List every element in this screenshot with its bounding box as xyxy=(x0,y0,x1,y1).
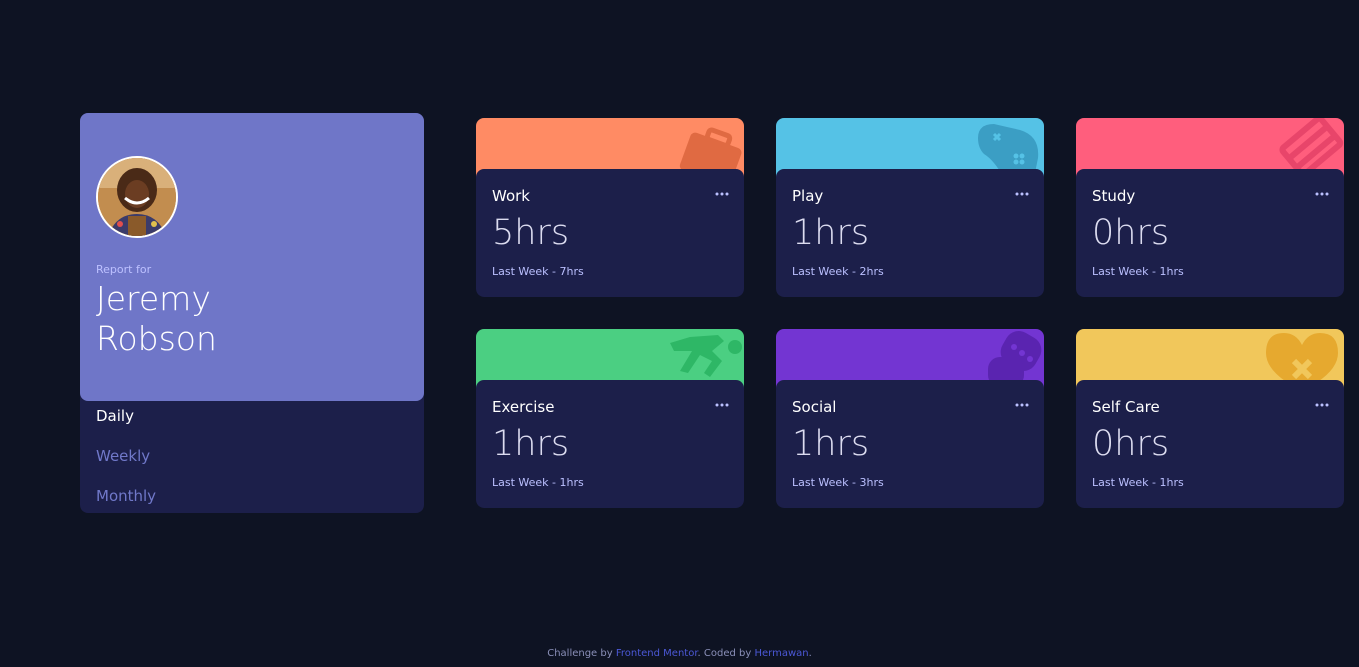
card-body: Work 5hrs Last Week - 7hrs xyxy=(476,169,744,297)
period-monthly[interactable]: Monthly xyxy=(96,487,156,505)
ellipsis-icon[interactable] xyxy=(714,398,730,412)
footer-prefix: Challenge by xyxy=(547,648,613,659)
ellipsis-icon[interactable] xyxy=(1014,398,1030,412)
footer-middle: . Coded by xyxy=(697,648,752,659)
profile-header: Report for Jeremy Robson xyxy=(80,113,424,401)
author-link[interactable]: Hermawan xyxy=(754,648,808,659)
current-hours: 0hrs xyxy=(1092,213,1170,253)
period-daily[interactable]: Daily xyxy=(96,407,134,425)
card-title: Self Care xyxy=(1092,398,1160,416)
card-study: Study 0hrs Last Week - 1hrs xyxy=(1076,118,1344,297)
card-title: Play xyxy=(792,187,824,205)
footer-suffix: . xyxy=(808,648,812,659)
card-title: Exercise xyxy=(492,398,555,416)
card-title: Social xyxy=(792,398,837,416)
card-title: Work xyxy=(492,187,530,205)
ellipsis-icon[interactable] xyxy=(1014,187,1030,201)
ellipsis-icon[interactable] xyxy=(1314,187,1330,201)
previous-hours: Last Week - 3hrs xyxy=(792,476,884,489)
current-hours: 5hrs xyxy=(492,213,570,253)
current-hours: 1hrs xyxy=(792,213,870,253)
profile-card: Report for Jeremy Robson Daily Weekly Mo… xyxy=(80,113,424,513)
card-body: Social 1hrs Last Week - 3hrs xyxy=(776,380,1044,508)
frontend-mentor-link[interactable]: Frontend Mentor xyxy=(616,648,698,659)
card-body: Play 1hrs Last Week - 2hrs xyxy=(776,169,1044,297)
attribution-footer: Challenge by Frontend Mentor. Coded by H… xyxy=(0,648,1359,659)
previous-hours: Last Week - 1hrs xyxy=(492,476,584,489)
card-title: Study xyxy=(1092,187,1136,205)
previous-hours: Last Week - 1hrs xyxy=(1092,265,1184,278)
previous-hours: Last Week - 2hrs xyxy=(792,265,884,278)
current-hours: 1hrs xyxy=(492,424,570,464)
card-social: Social 1hrs Last Week - 3hrs xyxy=(776,329,1044,508)
previous-hours: Last Week - 1hrs xyxy=(1092,476,1184,489)
card-play: Play 1hrs Last Week - 2hrs xyxy=(776,118,1044,297)
ellipsis-icon[interactable] xyxy=(1314,398,1330,412)
previous-hours: Last Week - 7hrs xyxy=(492,265,584,278)
current-hours: 1hrs xyxy=(792,424,870,464)
user-name: Jeremy Robson xyxy=(96,279,217,358)
card-body: Exercise 1hrs Last Week - 1hrs xyxy=(476,380,744,508)
report-for-label: Report for xyxy=(96,263,152,276)
dashboard: Report for Jeremy Robson Daily Weekly Mo… xyxy=(0,0,1359,667)
card-work: Work 5hrs Last Week - 7hrs xyxy=(476,118,744,297)
ellipsis-icon[interactable] xyxy=(714,187,730,201)
card-body: Study 0hrs Last Week - 1hrs xyxy=(1076,169,1344,297)
avatar xyxy=(96,156,178,238)
current-hours: 0hrs xyxy=(1092,424,1170,464)
period-weekly[interactable]: Weekly xyxy=(96,447,150,465)
card-body: Self Care 0hrs Last Week - 1hrs xyxy=(1076,380,1344,508)
card-exercise: Exercise 1hrs Last Week - 1hrs xyxy=(476,329,744,508)
card-self-care: Self Care 0hrs Last Week - 1hrs xyxy=(1076,329,1344,508)
